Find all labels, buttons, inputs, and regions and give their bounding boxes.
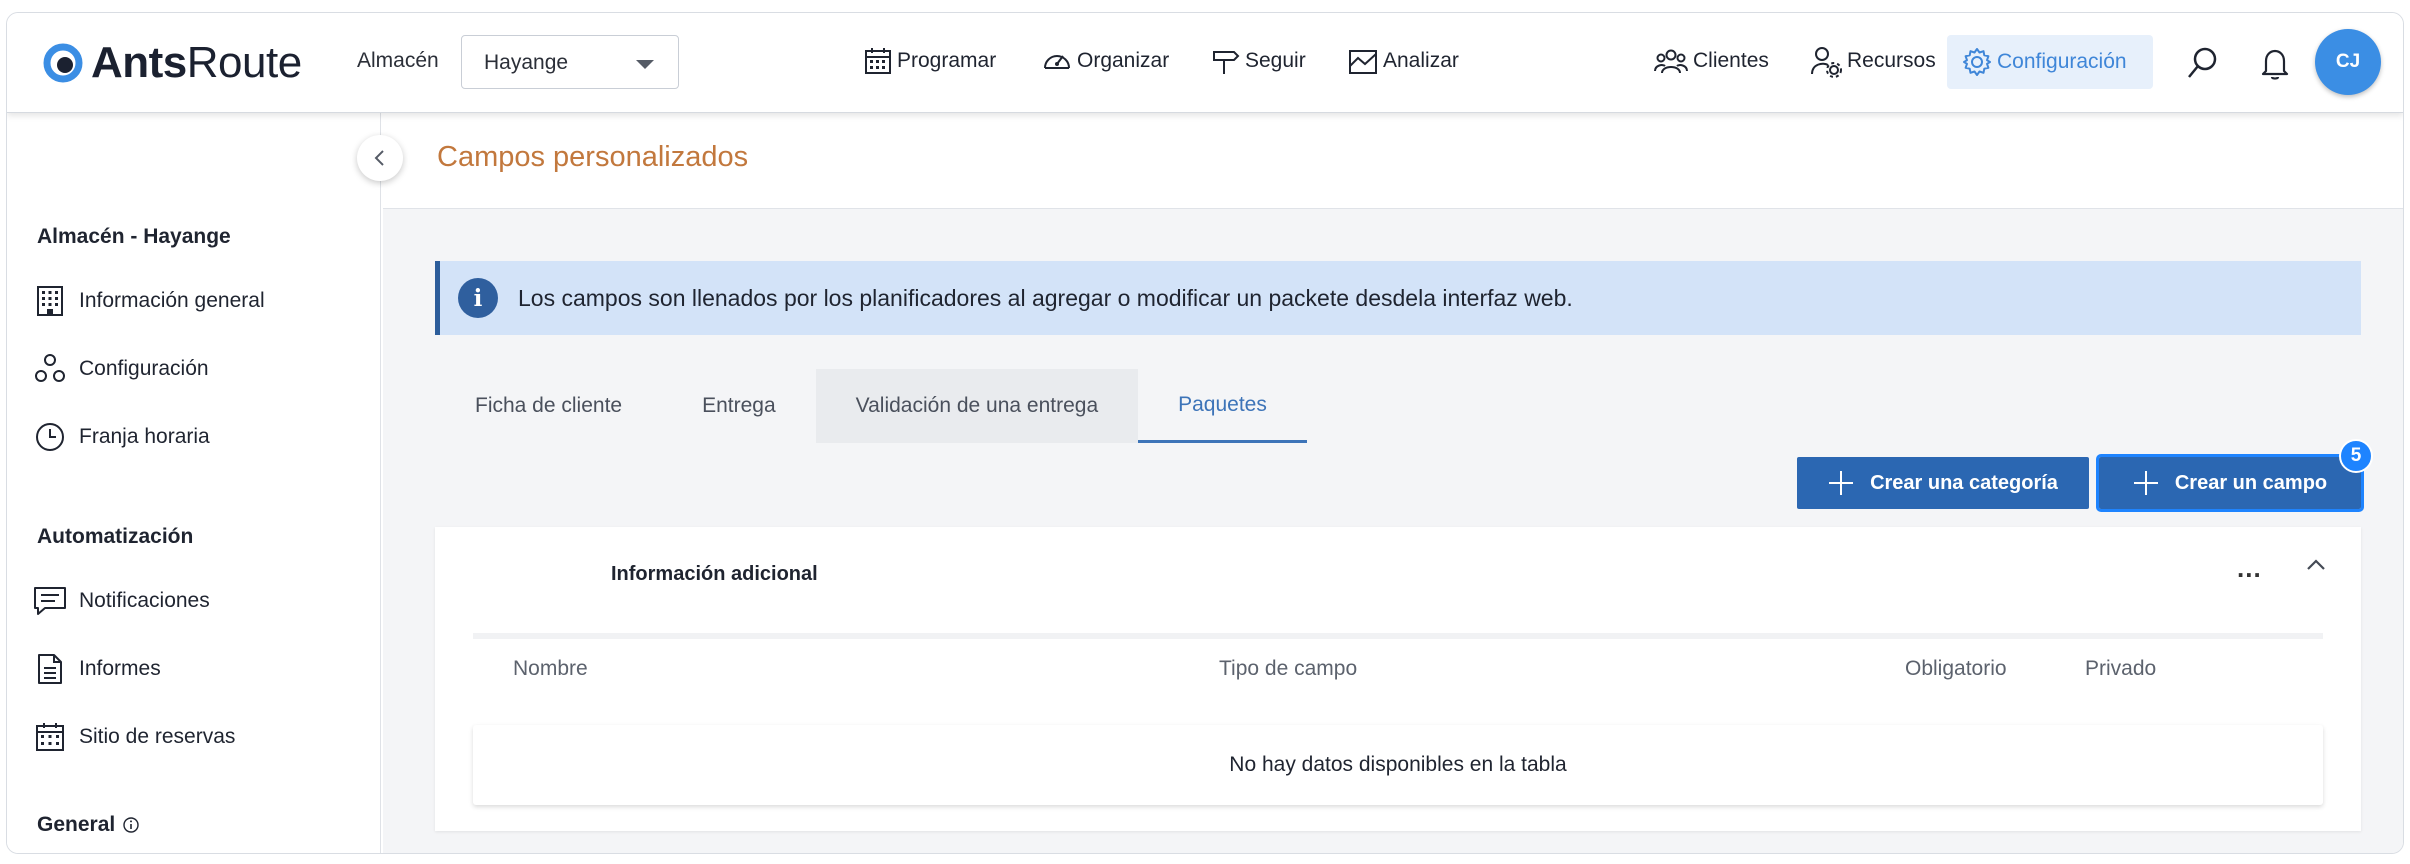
chart-icon bbox=[1349, 50, 1377, 74]
search-icon bbox=[2188, 47, 2217, 78]
brand-name: AntsRoute bbox=[91, 38, 302, 87]
bell-icon bbox=[2261, 49, 2289, 80]
caret-down-icon bbox=[636, 60, 654, 69]
building-icon bbox=[33, 284, 67, 318]
sidebar-item-informacion-general[interactable]: Información general bbox=[33, 281, 265, 321]
column-header-privado[interactable]: Privado bbox=[2085, 657, 2156, 681]
sidebar-item-label: Notificaciones bbox=[79, 589, 210, 612]
info-small-icon[interactable] bbox=[122, 816, 140, 834]
sidebar-item-sitio-de-reservas[interactable]: Sitio de reservas bbox=[33, 717, 235, 757]
user-gear-icon bbox=[1811, 47, 1842, 78]
nav-clientes-label: Clientes bbox=[1693, 49, 1769, 72]
nav-configuracion[interactable]: Configuración bbox=[1947, 35, 2153, 89]
tab-validacion-entrega[interactable]: Validación de una entrega bbox=[815, 369, 1139, 443]
chevron-up-icon bbox=[2307, 559, 2325, 570]
warehouse-select[interactable]: Hayange bbox=[461, 35, 679, 89]
clock-icon bbox=[33, 420, 67, 454]
message-icon bbox=[33, 584, 67, 618]
collapse-category-button[interactable] bbox=[2305, 557, 2327, 578]
tab-entrega[interactable]: Entrega bbox=[662, 369, 816, 443]
search-button[interactable] bbox=[2183, 43, 2223, 83]
sidebar-section-warehouse: Almacén - Hayange bbox=[37, 225, 231, 248]
empty-table-message: No hay datos disponibles en la tabla bbox=[473, 725, 2323, 805]
column-header-nombre[interactable]: Nombre bbox=[513, 657, 588, 681]
sidebar-item-label: Configuración bbox=[79, 357, 209, 380]
plus-icon bbox=[2133, 471, 2158, 495]
chevron-left-icon bbox=[374, 150, 384, 166]
info-banner-text: Los campos son llenados por los planific… bbox=[518, 284, 1573, 311]
sidebar-collapse-button[interactable] bbox=[357, 135, 403, 181]
create-field-button[interactable]: Crear un campo bbox=[2096, 454, 2364, 512]
nav-configuracion-label: Configuración bbox=[1997, 50, 2127, 73]
tab-ficha-de-cliente[interactable]: Ficha de cliente bbox=[435, 369, 662, 443]
nav-recursos-label: Recursos bbox=[1847, 49, 1936, 72]
sidebar-item-label: Informes bbox=[79, 657, 161, 680]
create-field-label: Crear un campo bbox=[2174, 471, 2328, 494]
sidebar: Almacén - Hayange Información general Co… bbox=[7, 113, 381, 853]
create-category-button[interactable]: Crear una categoría bbox=[1797, 457, 2089, 509]
user-avatar[interactable]: CJ bbox=[2315, 29, 2381, 95]
column-header-obligatorio[interactable]: Obligatorio bbox=[1905, 657, 2007, 681]
nav-analizar-label: Analizar bbox=[1383, 49, 1459, 72]
nav-recursos[interactable]: Recursos bbox=[1809, 43, 1936, 79]
nodes-icon bbox=[33, 352, 67, 386]
sidebar-section-general-label: General bbox=[37, 813, 116, 836]
main-content: Campos personalizados i Los campos son l… bbox=[383, 113, 2403, 853]
nav-seguir-label: Seguir bbox=[1245, 49, 1306, 72]
sidebar-item-franja-horaria[interactable]: Franja horaria bbox=[33, 417, 210, 457]
users-icon bbox=[1654, 49, 1688, 74]
create-category-label: Crear una categoría bbox=[1870, 471, 2058, 494]
logo-mark-icon bbox=[41, 41, 85, 85]
plus-icon bbox=[1829, 471, 1854, 495]
info-banner: i Los campos son llenados por los planif… bbox=[435, 261, 2361, 335]
nav-programar-label: Programar bbox=[897, 49, 997, 72]
sidebar-item-label: Información general bbox=[79, 289, 265, 312]
nav-organizar-label: Organizar bbox=[1077, 49, 1170, 72]
info-icon: i bbox=[458, 278, 498, 318]
notifications-button[interactable] bbox=[2255, 43, 2295, 83]
more-options-button[interactable]: ... bbox=[2237, 553, 2262, 584]
calendar-icon bbox=[865, 48, 891, 74]
nav-organizar[interactable]: Organizar bbox=[1041, 43, 1169, 79]
sidebar-section-general: General bbox=[37, 813, 140, 837]
sidebar-item-label: Franja horaria bbox=[79, 425, 210, 448]
warehouse-select-value: Hayange bbox=[484, 51, 569, 74]
page-header: Campos personalizados bbox=[383, 113, 2403, 209]
sidebar-item-configuracion[interactable]: Configuración bbox=[33, 349, 209, 389]
sidebar-item-notificaciones[interactable]: Notificaciones bbox=[33, 581, 210, 621]
speedometer-icon bbox=[1044, 55, 1070, 69]
signpost-icon bbox=[1213, 51, 1240, 74]
warehouse-label: Almacén bbox=[357, 49, 439, 72]
page-title: Campos personalizados bbox=[437, 141, 749, 173]
antsroute-logo[interactable]: AntsRoute bbox=[41, 35, 302, 91]
sidebar-section-automatizacion: Automatización bbox=[37, 525, 194, 548]
gear-icon bbox=[1963, 48, 1991, 76]
category-card: Información adicional ... Nombre Tipo de… bbox=[435, 527, 2361, 831]
sidebar-item-label: Sitio de reservas bbox=[79, 725, 236, 748]
nav-analizar[interactable]: Analizar bbox=[1347, 43, 1459, 79]
nav-clientes[interactable]: Clientes bbox=[1653, 43, 1769, 79]
nav-programar[interactable]: Programar bbox=[863, 43, 996, 79]
nav-seguir[interactable]: Seguir bbox=[1211, 43, 1306, 79]
step-badge: 5 bbox=[2339, 439, 2373, 473]
calendar-grid-icon bbox=[33, 720, 67, 754]
category-title: Información adicional bbox=[611, 563, 818, 585]
sidebar-item-informes[interactable]: Informes bbox=[33, 649, 161, 689]
document-icon bbox=[33, 652, 67, 686]
top-navbar: AntsRoute Almacén Hayange Programar Orga… bbox=[7, 13, 2403, 113]
column-header-tipo[interactable]: Tipo de campo bbox=[1219, 657, 1357, 681]
tabs-bar: Ficha de cliente Entrega Validación de u… bbox=[435, 369, 1307, 443]
tab-paquetes[interactable]: Paquetes bbox=[1138, 369, 1307, 443]
app-window: AntsRoute Almacén Hayange Programar Orga… bbox=[6, 12, 2404, 854]
table-header: Nombre Tipo de campo Obligatorio Privado bbox=[473, 633, 2323, 703]
